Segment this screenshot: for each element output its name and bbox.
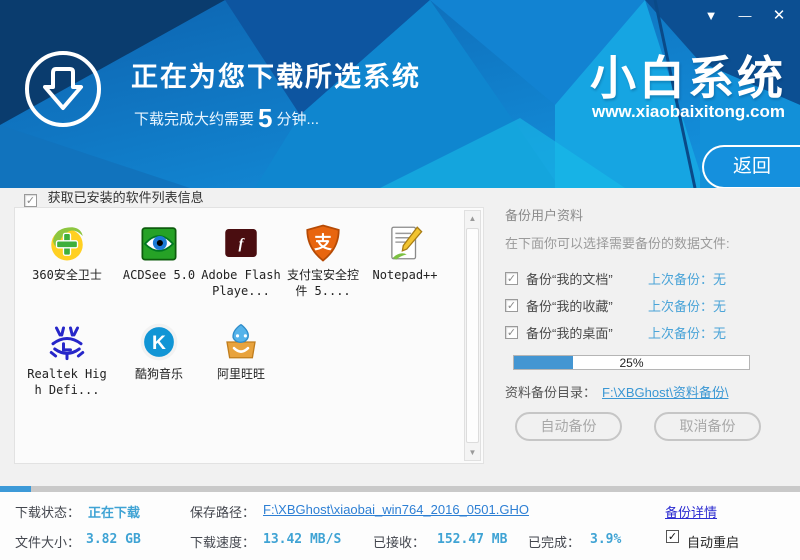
- download-speed-label: 下载速度：: [190, 535, 256, 550]
- last-backup-status: 上次备份：无: [648, 298, 727, 314]
- backup-item-desktop: ✓ 备份“我的桌面” 上次备份：无: [505, 324, 727, 341]
- backup-dir-link[interactable]: F:\XBGhost\资料备份\: [602, 385, 728, 400]
- close-button[interactable]: ✕: [766, 5, 792, 27]
- 360-safeguard-icon: [46, 222, 88, 264]
- svg-text:K: K: [152, 333, 166, 354]
- download-status-value: 正在下载: [88, 505, 141, 520]
- brand-logo: 小白系统: [590, 52, 786, 104]
- save-path-label: 保存路径：: [190, 505, 256, 520]
- menu-arrow-icon[interactable]: ▼: [698, 5, 724, 27]
- auto-backup-button[interactable]: 自动备份: [515, 412, 622, 441]
- get-software-list-row: ✓ 获取已安装的软件列表信息: [24, 187, 204, 207]
- app-item-wangwang[interactable]: 阿里旺旺: [200, 321, 282, 382]
- realtek-crab-icon: [46, 321, 88, 363]
- app-name: Notepad++: [372, 268, 438, 282]
- adobe-flash-icon: f: [220, 222, 262, 264]
- backup-progress-bar: 25%: [513, 355, 750, 370]
- app-item-notepadpp[interactable]: Notepad++: [364, 222, 446, 283]
- backup-dir-label: 资料备份目录：: [505, 385, 597, 400]
- completed-label: 已完成：: [528, 535, 581, 550]
- app-name: Adobe Flash Playe...: [201, 268, 281, 299]
- notepad-plus-plus-icon: [384, 222, 426, 264]
- minimize-button[interactable]: —: [732, 5, 758, 27]
- backup-title: 备份用户资料: [505, 208, 584, 223]
- main-content: ✓ 获取已安装的软件列表信息 360安全卫士 ACDSee 5.0 f Adob…: [0, 188, 800, 486]
- app-name: ACDSee 5.0: [122, 268, 196, 282]
- app-name: 360安全卫士: [32, 268, 102, 282]
- app-name: 支付宝安全控件 5....: [286, 268, 359, 299]
- status-bar: 下载状态： 正在下载 保存路径： F:\XBGhost\xiaobai_win7…: [0, 492, 800, 560]
- acdsee-eye-icon: [138, 222, 180, 264]
- backup-item-favorites: ✓ 备份“我的收藏” 上次备份：无: [505, 297, 727, 314]
- window-controls: ▼ — ✕: [698, 5, 792, 27]
- backup-desktop-checkbox[interactable]: ✓: [505, 325, 518, 339]
- software-list-scrollbar[interactable]: ▲ ▼: [464, 210, 481, 461]
- scroll-down-icon[interactable]: ▼: [465, 445, 480, 460]
- file-size-value: 3.82 GB: [86, 532, 141, 547]
- app-name: Realtek High Defi...: [27, 367, 107, 398]
- save-path-link[interactable]: F:\XBGhost\xiaobai_win764_2016_0501.GHO: [263, 502, 529, 517]
- received-value: 152.47 MB: [437, 532, 508, 547]
- svg-text:支: 支: [313, 232, 332, 252]
- backup-details-link[interactable]: 备份详情: [665, 502, 717, 521]
- page-subtitle: 下载完成大约需要 5 分钟...: [134, 103, 319, 134]
- page-title: 正在为您下载所选系统: [131, 62, 421, 92]
- file-size-label: 文件大小：: [15, 535, 81, 550]
- backup-item-label: 备份“我的文档”: [526, 271, 613, 287]
- app-name: 阿里旺旺: [216, 367, 265, 381]
- app-item-flash[interactable]: f Adobe Flash Playe...: [200, 222, 282, 299]
- subtitle-prefix: 下载完成大约需要: [134, 111, 255, 128]
- last-backup-status: 上次备份：无: [648, 271, 727, 287]
- backup-progress-percent: 25%: [619, 356, 644, 370]
- backup-item-label: 备份“我的桌面”: [526, 325, 613, 341]
- kugou-music-icon: K: [138, 321, 180, 363]
- completed-value: 3.9%: [590, 532, 622, 547]
- get-software-list-checkbox[interactable]: ✓: [24, 194, 37, 207]
- download-arrow-icon: [43, 67, 83, 110]
- download-status-label: 下载状态：: [15, 505, 81, 520]
- app-item-360[interactable]: 360安全卫士: [26, 222, 108, 283]
- alipay-shield-icon: 支: [302, 222, 344, 264]
- download-speed-value: 13.42 MB/S: [263, 532, 342, 547]
- backup-favorites-checkbox[interactable]: ✓: [505, 298, 518, 312]
- get-software-list-label: 获取已安装的软件列表信息: [47, 190, 204, 205]
- download-circle-icon: [25, 51, 101, 127]
- brand-website: www.xiaobaixitong.com: [591, 102, 785, 121]
- app-item-alipay[interactable]: 支 支付宝安全控件 5....: [282, 222, 364, 299]
- backup-item-label: 备份“我的收藏”: [526, 298, 613, 314]
- backup-description: 在下面你可以选择需要备份的数据文件:: [505, 236, 730, 251]
- app-item-kugou[interactable]: K 酷狗音乐: [118, 321, 200, 382]
- backup-item-documents: ✓ 备份“我的文档” 上次备份：无: [505, 270, 727, 287]
- app-item-acdsee[interactable]: ACDSee 5.0: [118, 222, 200, 283]
- backup-buttons: 自动备份 取消备份: [515, 412, 761, 441]
- scrollbar-thumb[interactable]: [466, 228, 479, 443]
- received-label: 已接收：: [373, 535, 426, 550]
- software-list-panel: 360安全卫士 ACDSee 5.0 f Adobe Flash Playe..…: [14, 207, 484, 464]
- header: ▼ — ✕ 正在为您下载所选系统 下载完成大约需要 5 分钟... 小白系统 www…: [0, 0, 800, 188]
- auto-restart-label: 自动重启: [687, 535, 740, 550]
- app-item-realtek[interactable]: Realtek High Defi...: [26, 321, 108, 398]
- backup-documents-checkbox[interactable]: ✓: [505, 271, 518, 285]
- scroll-up-icon[interactable]: ▲: [465, 211, 480, 226]
- back-button[interactable]: 返回: [702, 145, 800, 188]
- backup-dir-row: 资料备份目录： F:\XBGhost\资料备份\: [505, 382, 728, 401]
- app-name: 酷狗音乐: [134, 367, 183, 381]
- cancel-backup-button[interactable]: 取消备份: [654, 412, 761, 441]
- subtitle-suffix: 分钟...: [276, 111, 319, 128]
- last-backup-status: 上次备份：无: [648, 325, 727, 341]
- auto-restart-checkbox[interactable]: ✓: [666, 530, 679, 543]
- subtitle-minutes: 5: [258, 103, 273, 133]
- aliwangwang-icon: [220, 321, 262, 363]
